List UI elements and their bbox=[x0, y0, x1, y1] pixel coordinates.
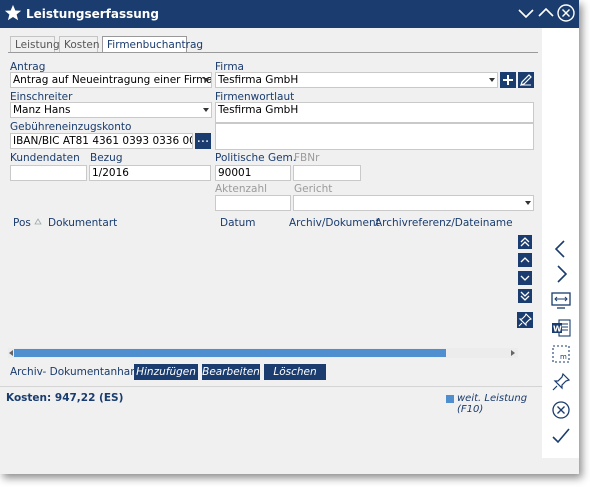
gebuehren-value: IBAN/BIC AT81 4361 0393 0336 0002 - V( bbox=[13, 135, 192, 147]
chevron-down-icon bbox=[520, 275, 530, 281]
content-area: Leistung Kosten Firmenbuchantrag Antrag … bbox=[0, 28, 542, 474]
firma-value: Tesfirma GmbH bbox=[218, 74, 299, 86]
scrollbar-thumb[interactable] bbox=[14, 349, 446, 357]
politische-value: 90001 bbox=[218, 167, 252, 179]
cancel-icon[interactable] bbox=[550, 399, 572, 421]
pin-table-button[interactable] bbox=[517, 312, 533, 328]
move-bottom-button[interactable] bbox=[518, 289, 532, 303]
pin-icon[interactable] bbox=[550, 371, 572, 393]
aktenzahl-field[interactable] bbox=[215, 195, 291, 211]
move-top-button[interactable] bbox=[518, 235, 532, 249]
move-up-button[interactable] bbox=[518, 253, 532, 267]
firmenwortlaut-extra-field[interactable] bbox=[215, 123, 534, 150]
window-title: Leistungserfassung bbox=[26, 7, 159, 21]
chevron-down-icon bbox=[487, 73, 497, 87]
tab-divider bbox=[8, 52, 538, 53]
attachments-label: Archiv- Dokumentanhang: bbox=[10, 366, 148, 378]
gericht-select[interactable] bbox=[293, 195, 534, 211]
col-dokumentart[interactable]: Dokumentart bbox=[48, 217, 117, 229]
word-document-icon[interactable]: W bbox=[550, 317, 572, 339]
square-icon bbox=[446, 395, 454, 403]
gebuehren-label: Gebühreneinzugskonto bbox=[10, 121, 132, 133]
bezug-label: Bezug bbox=[90, 152, 123, 164]
chevron-down-icon bbox=[201, 103, 211, 117]
gebuehren-more-button[interactable]: ... bbox=[195, 132, 211, 149]
col-pos[interactable]: Pos bbox=[13, 217, 31, 229]
edit-pen-icon bbox=[520, 74, 532, 86]
fbnr-label: FBNr bbox=[294, 152, 320, 164]
tab-leistung[interactable]: Leistung bbox=[10, 36, 60, 52]
right-toolbar: W m bbox=[542, 28, 579, 458]
chevron-up-icon bbox=[520, 257, 530, 263]
einschreiter-value: Manz Hans bbox=[13, 104, 71, 116]
chevron-up-icon[interactable] bbox=[536, 3, 556, 23]
weitere-leistung-link[interactable]: weit. Leistung (F10) bbox=[457, 393, 542, 415]
template-icon[interactable]: m bbox=[550, 343, 572, 365]
screen-fit-icon[interactable] bbox=[550, 290, 572, 312]
chevron-down-icon bbox=[523, 196, 533, 210]
dialog-window: Leistungserfassung Leistung Kosten Firme… bbox=[0, 0, 579, 474]
close-icon[interactable] bbox=[556, 3, 576, 23]
bezug-value: 1/2016 bbox=[92, 167, 129, 179]
check-icon[interactable] bbox=[550, 425, 572, 447]
antrag-select[interactable]: Antrag auf Neueintragung einer Firma bbox=[10, 72, 212, 88]
firma-select[interactable]: Tesfirma GmbH bbox=[215, 72, 498, 88]
document-table-body[interactable] bbox=[8, 231, 514, 345]
star-icon[interactable] bbox=[4, 4, 22, 22]
edit-firma-button[interactable] bbox=[518, 72, 534, 88]
antrag-value: Antrag auf Neueintragung einer Firma bbox=[13, 74, 212, 86]
politische-field[interactable]: 90001 bbox=[215, 165, 291, 181]
gericht-label: Gericht bbox=[294, 183, 333, 195]
firmenwortlaut-value: Tesfirma GmbH bbox=[218, 104, 299, 116]
chevron-left-icon[interactable] bbox=[550, 238, 572, 260]
col-archivreferenz[interactable]: Archivreferenz/Dateiname bbox=[375, 217, 513, 229]
plus-icon bbox=[503, 75, 513, 85]
kundendaten-field[interactable] bbox=[10, 165, 87, 181]
sort-asc-icon[interactable] bbox=[34, 218, 42, 226]
title-bar: Leistungserfassung bbox=[0, 0, 579, 28]
svg-text:W: W bbox=[553, 325, 562, 334]
kosten-total: Kosten: 947,22 (ES) bbox=[6, 392, 124, 404]
col-archiv-dokument[interactable]: Archiv/Dokument bbox=[289, 217, 380, 229]
tab-kosten[interactable]: Kosten bbox=[59, 36, 100, 52]
footer-divider bbox=[0, 386, 542, 387]
double-chevron-down-icon bbox=[520, 291, 530, 301]
tab-firmenbuchantrag[interactable]: Firmenbuchantrag bbox=[102, 36, 203, 52]
delete-attachment-button[interactable]: Löschen bbox=[264, 364, 326, 380]
move-down-button[interactable] bbox=[518, 271, 532, 285]
svg-text:m: m bbox=[560, 353, 567, 361]
add-firma-button[interactable] bbox=[500, 72, 516, 88]
chevron-right-icon[interactable] bbox=[550, 263, 572, 285]
edit-attachment-button[interactable]: Bearbeiten bbox=[202, 364, 260, 380]
chevron-down-icon bbox=[201, 73, 211, 87]
einschreiter-select[interactable]: Manz Hans bbox=[10, 102, 212, 118]
col-datum[interactable]: Datum bbox=[220, 217, 256, 229]
kundendaten-label: Kundendaten bbox=[10, 152, 80, 164]
fbnr-field[interactable] bbox=[293, 165, 361, 181]
add-attachment-button[interactable]: Hinzufügen bbox=[134, 364, 198, 380]
gebuehren-field[interactable]: IBAN/BIC AT81 4361 0393 0336 0002 - V( bbox=[10, 133, 193, 149]
chevron-down-icon[interactable] bbox=[516, 3, 536, 23]
double-chevron-up-icon bbox=[520, 237, 530, 247]
firmenwortlaut-field[interactable]: Tesfirma GmbH bbox=[215, 102, 534, 123]
pin-icon bbox=[518, 313, 532, 327]
politische-label: Politische Gem. bbox=[215, 152, 297, 164]
aktenzahl-label: Aktenzahl bbox=[215, 183, 268, 195]
scroll-right-icon[interactable] bbox=[510, 349, 516, 357]
bezug-field[interactable]: 1/2016 bbox=[89, 165, 211, 181]
